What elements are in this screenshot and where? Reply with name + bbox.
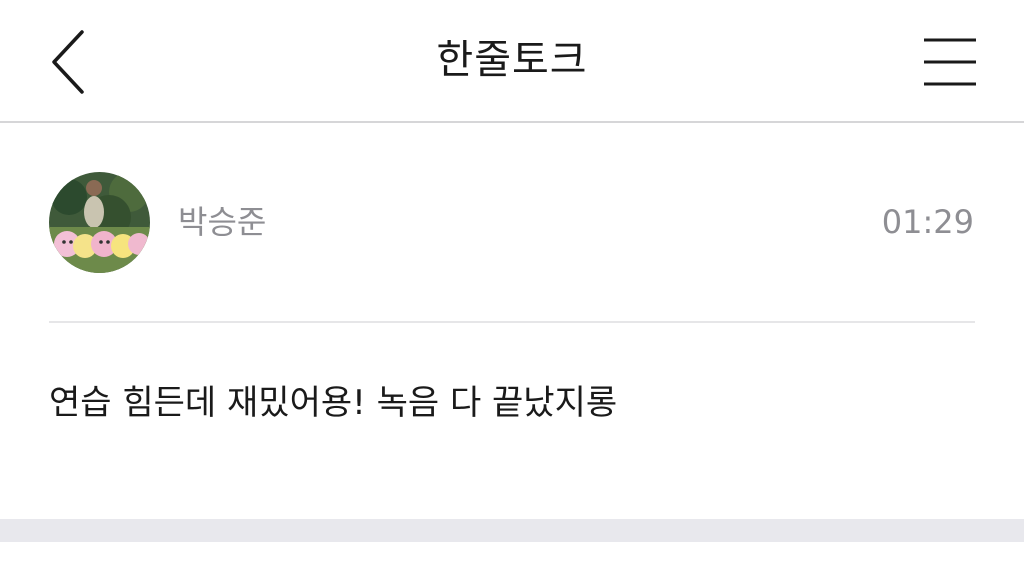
- page-title: 한줄토크: [436, 37, 588, 83]
- section-separator: [0, 519, 1024, 542]
- author-name[interactable]: 박승준: [178, 201, 266, 243]
- menu-button[interactable]: [918, 30, 982, 94]
- avatar-image: [49, 172, 150, 273]
- talk-post: 박승준 01:29 연습 힘든데 재밌어용! 녹음 다 끝났지롱: [0, 123, 1024, 519]
- hamburger-menu-icon: [924, 38, 976, 86]
- post-time: 01:29: [881, 203, 974, 241]
- post-message: 연습 힘든데 재밌어용! 녹음 다 끝났지롱: [49, 383, 618, 423]
- app-header: 한줄토크: [0, 0, 1024, 123]
- next-section: [0, 542, 1024, 577]
- divider: [49, 321, 975, 323]
- avatar[interactable]: [49, 172, 150, 273]
